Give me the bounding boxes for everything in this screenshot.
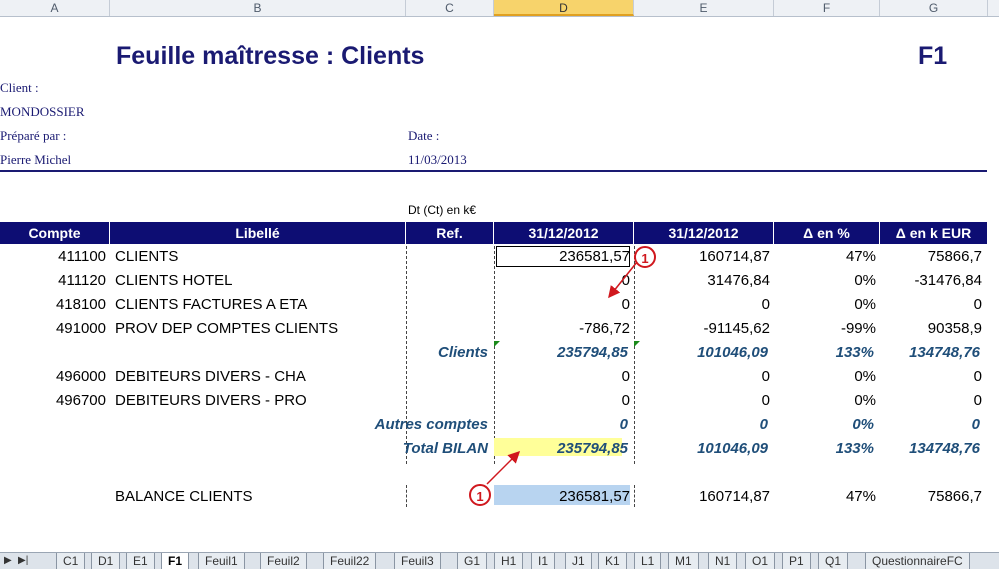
tab-p1[interactable]: P1 xyxy=(782,553,811,569)
annotation-marker-top: 1 xyxy=(634,246,656,268)
tab-g1[interactable]: G1 xyxy=(457,553,488,569)
tab-o1[interactable]: O1 xyxy=(745,553,776,569)
tab-i1[interactable]: I1 xyxy=(531,553,556,569)
tab-h1[interactable]: H1 xyxy=(494,553,524,569)
annotation-arrow-bottom xyxy=(486,450,521,485)
last-sheet-icon[interactable]: ▶| xyxy=(18,555,28,566)
tab-feuil2[interactable]: Feuil2 xyxy=(260,553,307,569)
tab-k1[interactable]: K1 xyxy=(598,553,627,569)
tab-q1[interactable]: Q1 xyxy=(818,553,849,569)
annotation-marker-bottom: 1 xyxy=(469,484,491,506)
tab-e1[interactable]: E1 xyxy=(126,553,155,569)
annotation-arrow-top xyxy=(608,261,638,299)
tab-feuil1[interactable]: Feuil1 xyxy=(198,553,245,569)
tab-m1[interactable]: M1 xyxy=(668,553,699,569)
sheet-tab-bar: ▶ ▶| C1 D1 E1 F1 Feuil1 Feuil2 Feuil22 F… xyxy=(0,552,999,569)
first-sheet-icon[interactable]: ▶ xyxy=(4,555,12,566)
tab-feuil3[interactable]: Feuil3 xyxy=(394,553,441,569)
tab-c1[interactable]: C1 xyxy=(56,553,86,569)
annotation-arrows xyxy=(486,261,638,485)
tab-d1[interactable]: D1 xyxy=(91,553,121,569)
tab-n1[interactable]: N1 xyxy=(708,553,738,569)
tab-questionnairefc[interactable]: QuestionnaireFC xyxy=(865,553,970,569)
tab-j1[interactable]: J1 xyxy=(565,553,592,569)
tab-l1[interactable]: L1 xyxy=(634,553,662,569)
tab-f1[interactable]: F1 xyxy=(161,553,190,569)
tab-feuil22[interactable]: Feuil22 xyxy=(323,553,377,569)
